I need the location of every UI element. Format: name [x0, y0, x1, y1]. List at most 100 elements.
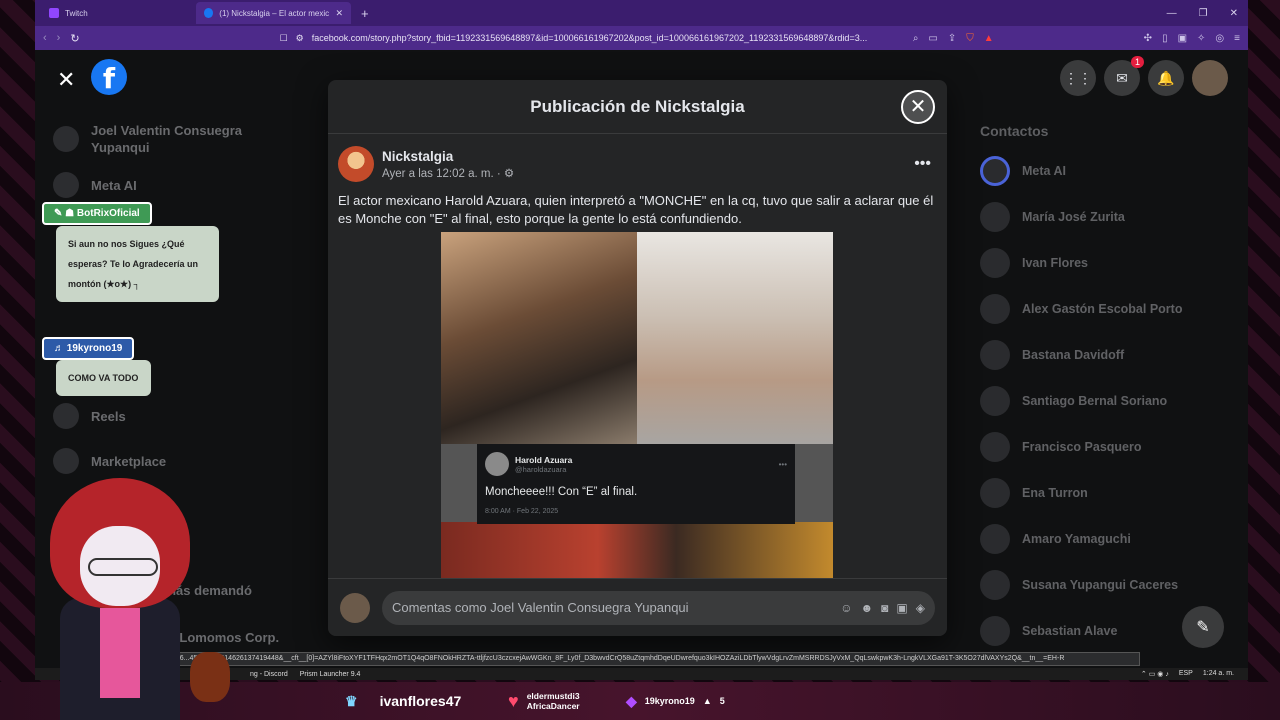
contact-name: María José Zurita [1022, 210, 1125, 224]
extensions-icon[interactable]: ✣ [1144, 33, 1152, 44]
brave-shield-icon[interactable]: ⛉ [966, 33, 974, 44]
tab-facebook[interactable]: (1) Nickstalgia – El actor mexican ✕ [196, 2, 351, 24]
close-window-icon[interactable]: ✕ [1230, 8, 1238, 19]
reload-icon[interactable]: ↻ [70, 32, 79, 45]
contact-item[interactable]: María José Zurita [980, 202, 1125, 232]
reels-icon [53, 403, 79, 429]
contact-item[interactable]: Sebastian Alave [980, 616, 1117, 646]
zoom-icon[interactable]: ⌕ [913, 33, 919, 44]
photo-portrait [637, 232, 833, 444]
more-options-icon[interactable]: ••• [914, 155, 937, 173]
chat-username: ✎ ☗ BotRixOficial [42, 202, 152, 225]
tab-twitch[interactable]: Twitch [41, 2, 196, 24]
menu-icon[interactable]: ≡ [1234, 33, 1240, 44]
contact-name: Amaro Yamaguchi [1022, 532, 1131, 546]
cast-icon[interactable]: ▭ [928, 33, 937, 44]
contact-item[interactable]: Francisco Pasquero [980, 432, 1142, 462]
sidebar-item-meta-ai[interactable]: Meta AI [53, 172, 137, 198]
author-avatar[interactable] [338, 146, 374, 182]
avatar [980, 340, 1010, 370]
camera-icon[interactable]: ◙ [881, 601, 888, 615]
post-header: Nickstalgia Ayer a las 12:02 a. m. · ⚙ •… [328, 134, 947, 182]
contact-item[interactable]: Susana Yupangui Caceres [980, 570, 1178, 600]
dialog-title: Publicación de Nickstalgia [530, 96, 745, 116]
language-indicator[interactable]: ESP [1179, 670, 1193, 678]
facebook-logo[interactable]: f [91, 59, 127, 95]
sticker-icon[interactable]: ◈ [916, 601, 925, 615]
bookmark-icon[interactable]: ☐ [280, 33, 288, 44]
emoji-icon[interactable]: ☻ [861, 601, 874, 615]
sidebar-item-reels[interactable]: Reels [53, 403, 126, 429]
minimize-icon[interactable]: — [1167, 8, 1177, 19]
taskbar-item[interactable]: ng - Discord [250, 671, 288, 678]
avatar [980, 432, 1010, 462]
clock[interactable]: 1:24 a. m. [1203, 670, 1234, 678]
avatar [980, 294, 1010, 324]
photo-selfie [441, 232, 637, 444]
maximize-icon[interactable]: ❐ [1199, 8, 1208, 19]
contact-item[interactable]: Bastana Davidoff [980, 340, 1124, 370]
tray-icons[interactable]: ⌃ ▭ ◉ ♪ [1141, 670, 1169, 678]
contact-item[interactable]: Amaro Yamaguchi [980, 524, 1131, 554]
taskbar-item[interactable]: Prism Launcher 9.4 [300, 671, 361, 678]
avatar-shirt [100, 608, 140, 698]
sidebar-item-label: Reels [91, 408, 126, 424]
contact-name: Susana Yupangui Caceres [1022, 578, 1179, 592]
rewards-icon[interactable]: ▲ [984, 33, 994, 44]
contact-item[interactable]: Alex Gastón Escobal Porto [980, 294, 1182, 324]
wallet-icon[interactable]: ▣ [1178, 33, 1187, 44]
sidebar-icon[interactable]: ▯ [1162, 33, 1168, 44]
back-icon[interactable]: ‹ [43, 32, 47, 44]
close-dialog-button[interactable]: ✕ [901, 90, 935, 124]
tweet-author: Harold Azuara [515, 454, 573, 465]
url-text: facebook.com/story.php?story_fbid=119233… [311, 33, 868, 43]
messenger-icon[interactable]: ✉ 1 [1104, 56, 1144, 96]
facebook-icon [204, 8, 214, 18]
new-tab-button[interactable]: + [351, 6, 379, 21]
sidebar-item-label: Meta AI [91, 177, 137, 193]
top-right-icons: ⋮⋮ ✉ 1 🔔 [1060, 56, 1228, 96]
post-time: Ayer a las 12:02 a. m. · ⚙ [382, 166, 514, 180]
marketplace-icon [53, 448, 79, 474]
contact-item[interactable]: Ena Turron [980, 478, 1088, 508]
site-info-icon[interactable]: ⚙ [296, 33, 304, 44]
post-time-text[interactable]: Ayer a las 12:02 a. m. · [382, 168, 501, 180]
toolbar-icons: ⌕ ▭ ⇪ ⛉ ▲ [913, 33, 994, 44]
address-bar[interactable]: ☐ ⚙ facebook.com/story.php?story_fbid=11… [280, 33, 903, 44]
tab-label: (1) Nickstalgia – El actor mexican [219, 8, 330, 18]
tab-bar: Twitch (1) Nickstalgia – El actor mexica… [35, 0, 1248, 26]
avatar-sticker-icon[interactable]: ☺ [840, 601, 852, 615]
comment-input[interactable]: Comentas como Joel Valentin Consuegra Yu… [382, 590, 935, 625]
meta-ai-icon [980, 156, 1010, 186]
gem-icon: ◆ [626, 692, 637, 709]
menu-grid-icon[interactable]: ⋮⋮ [1060, 60, 1096, 96]
chat-message: Si aun no nos Sigues ¿Qué esperas? Te lo… [56, 226, 219, 302]
avatar [980, 248, 1010, 278]
contact-item[interactable]: Ivan Flores [980, 248, 1088, 278]
vpn-icon[interactable]: ◎ [1215, 33, 1224, 44]
new-message-button[interactable]: ✎ [1182, 606, 1224, 648]
sidebar-item-marketplace[interactable]: Marketplace [53, 448, 166, 474]
sub-user: 19kyrono19 [644, 696, 695, 706]
forward-icon[interactable]: › [57, 32, 61, 44]
sidebar-item-label: Joel Valentin Consuegra Yupanqui [91, 123, 242, 155]
leo-icon[interactable]: ✧ [1197, 33, 1205, 44]
notifications-icon[interactable]: 🔔 [1148, 60, 1184, 96]
address-bar-row: ‹ › ↻ ☐ ⚙ facebook.com/story.php?story_f… [35, 26, 1248, 50]
contact-item[interactable]: Meta AI [980, 156, 1066, 186]
author-name[interactable]: Nickstalgia [382, 149, 514, 164]
gif-icon[interactable]: ▣ [896, 601, 907, 615]
top-user-name: ivanflores47 [379, 693, 462, 709]
close-tab-icon[interactable]: ✕ [335, 8, 343, 19]
sidebar-item-profile[interactable]: Joel Valentin Consuegra Yupanqui [53, 122, 261, 156]
top-user: ♛ ivanflores47 [345, 693, 461, 710]
contact-item[interactable]: Santiago Bernal Soriano [980, 386, 1167, 416]
audience-icon: ⚙ [503, 167, 515, 180]
close-viewer-icon[interactable]: ✕ [57, 67, 75, 93]
sub-count-icon: ▲ [702, 696, 712, 706]
meta-ai-icon [53, 172, 79, 198]
profile-avatar[interactable] [1192, 60, 1228, 96]
post-image[interactable]: Harold Azuara @haroldazuara ••• Moncheee… [441, 232, 833, 578]
commenter-avatar[interactable] [340, 592, 370, 623]
share-icon[interactable]: ⇪ [948, 33, 956, 44]
